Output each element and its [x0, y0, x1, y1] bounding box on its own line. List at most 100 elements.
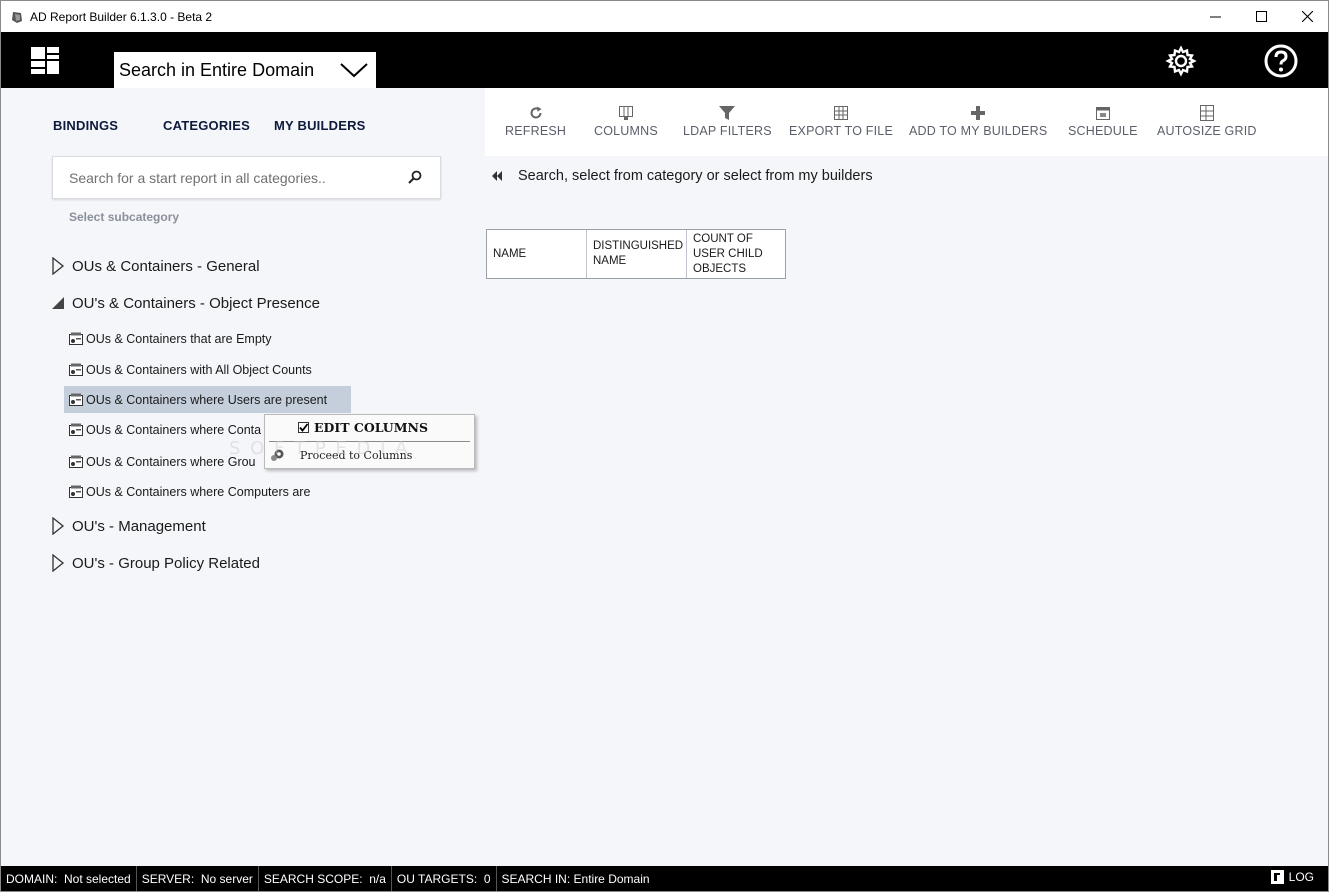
report-icon: [69, 363, 83, 376]
proceed-icon: [271, 449, 284, 461]
help-icon[interactable]: [1264, 44, 1298, 78]
schedule-button[interactable]: SCHEDULE: [1068, 104, 1138, 138]
refresh-label: REFRESH: [505, 124, 567, 138]
plus-icon: [971, 106, 986, 120]
report-item[interactable]: OUs & Containers with All Object Counts: [64, 356, 336, 383]
window-title: AD Report Builder 6.1.3.0 - Beta 2: [30, 9, 213, 24]
edit-columns-menu-item[interactable]: EDIT COLUMNS: [298, 420, 428, 435]
proceed-label: Proceed to Columns: [300, 448, 413, 462]
report-label: OUs & Containers where Grou: [86, 454, 256, 469]
tiles-icon[interactable]: [31, 47, 61, 75]
search-scope-label: Search in Entire Domain: [119, 59, 315, 80]
status-server: SERVER: No server: [137, 866, 259, 891]
autosize-grid-label: AUTOSIZE GRID: [1157, 124, 1257, 138]
edit-columns-label: EDIT COLUMNS: [314, 420, 429, 435]
chevron-down-icon: [340, 63, 368, 78]
category-ous-management[interactable]: OU's - Management: [51, 517, 206, 535]
report-label: OUs & Containers where Conta: [86, 422, 262, 437]
double-chevron-left-icon[interactable]: [492, 171, 504, 181]
expand-arrow-icon: [52, 554, 65, 572]
report-label: OUs & Containers where Users are present: [86, 392, 328, 407]
close-icon: [1301, 11, 1313, 22]
status-bar: DOMAIN: Not selected SERVER: No server S…: [1, 866, 1328, 891]
maximize-icon: [1255, 11, 1267, 22]
column-header-user-child-count[interactable]: COUNT OF USER CHILD OBJECTS: [687, 230, 785, 278]
report-icon: [69, 332, 83, 345]
columns-icon: [618, 106, 633, 120]
columns-label: COLUMNS: [594, 124, 658, 138]
schedule-label: SCHEDULE: [1068, 124, 1138, 138]
minimize-button[interactable]: [1192, 1, 1238, 32]
report-icon: [69, 485, 83, 498]
results-grid-header: NAME DISTINGUISHED NAME COUNT OF USER CH…: [486, 229, 786, 279]
report-item[interactable]: OUs & Containers where Grou: [64, 448, 280, 475]
report-label: OUs & Containers that are Empty: [86, 331, 272, 346]
report-item[interactable]: OUs & Containers where Conta: [64, 416, 285, 443]
columns-button[interactable]: COLUMNS: [594, 104, 658, 138]
report-item-selected[interactable]: OUs & Containers where Users are present: [64, 386, 352, 413]
category-label: OU's - Group Policy Related: [72, 554, 260, 572]
status-domain: DOMAIN: Not selected: [1, 866, 137, 891]
category-group-policy[interactable]: OU's - Group Policy Related: [51, 554, 260, 572]
report-icon: [69, 423, 83, 436]
report-search-box: [52, 156, 441, 199]
filter-icon: [719, 106, 736, 120]
report-icon: [69, 455, 83, 468]
title-bar: AD Report Builder 6.1.3.0 - Beta 2: [1, 1, 1328, 32]
hint-row: Search, select from category or select f…: [492, 168, 873, 184]
autosize-grid-button[interactable]: AUTOSIZE GRID: [1157, 104, 1257, 138]
context-menu: EDIT COLUMNS Proceed to Columns: [264, 414, 475, 469]
export-icon: [834, 106, 848, 120]
status-ou-targets: OU TARGETS: 0: [392, 866, 497, 891]
search-scope-dropdown[interactable]: Search in Entire Domain: [114, 52, 376, 88]
report-label: OUs & Containers where Computers are: [86, 484, 311, 499]
status-search-scope: SEARCH SCOPE: n/a: [259, 866, 392, 891]
checkbox-checked-icon: [298, 422, 309, 433]
add-to-my-builders-button[interactable]: ADD TO MY BUILDERS: [909, 104, 1047, 138]
column-header-name[interactable]: NAME: [487, 230, 587, 278]
category-label: OU's & Containers - Object Presence: [72, 294, 320, 312]
expand-arrow-icon: [52, 257, 65, 275]
tab-categories[interactable]: CATEGORIES: [163, 118, 250, 133]
category-label: OUs & Containers - General: [72, 257, 260, 275]
status-search-in: SEARCH IN: Entire Domain: [501, 871, 650, 886]
minimize-icon: [1209, 16, 1221, 18]
report-label: OUs & Containers with All Object Counts: [86, 362, 312, 377]
ldap-filters-button[interactable]: LDAP FILTERS: [683, 104, 772, 138]
maximize-button[interactable]: [1238, 1, 1284, 32]
category-object-presence[interactable]: OU's & Containers - Object Presence: [51, 294, 320, 312]
refresh-button[interactable]: REFRESH: [505, 104, 566, 138]
app-icon: [12, 11, 22, 23]
subcategory-label: Select subcategory: [69, 210, 180, 224]
app-window: AD Report Builder 6.1.3.0 - Beta 2 Searc…: [0, 0, 1329, 892]
search-icon[interactable]: [408, 170, 422, 184]
report-item[interactable]: OUs & Containers that are Empty: [64, 325, 296, 352]
menu-separator: [269, 441, 470, 442]
column-header-distinguished-name[interactable]: DISTINGUISHED NAME: [587, 230, 687, 278]
tab-my-builders[interactable]: MY BUILDERS: [274, 118, 366, 133]
gear-icon[interactable]: [1165, 45, 1197, 77]
log-label: LOG: [1288, 870, 1314, 884]
report-search-input[interactable]: [53, 157, 393, 198]
toolbar: REFRESH COLUMNS LDAP FILTERS EXPORT TO F…: [485, 88, 1328, 156]
report-icon: [69, 393, 83, 406]
report-item[interactable]: OUs & Containers where Computers are: [64, 478, 334, 505]
calendar-icon: [1095, 107, 1110, 120]
export-to-file-button[interactable]: EXPORT TO FILE: [789, 104, 893, 138]
app-header: Search in Entire Domain: [1, 32, 1328, 88]
refresh-icon: [530, 106, 542, 119]
proceed-to-columns-menu-item[interactable]: Proceed to Columns: [270, 448, 412, 462]
close-button[interactable]: [1284, 1, 1329, 32]
category-label: OU's - Management: [72, 517, 206, 535]
collapse-arrow-icon: [52, 297, 64, 309]
export-to-file-label: EXPORT TO FILE: [789, 124, 893, 138]
add-to-my-builders-label: ADD TO MY BUILDERS: [909, 124, 1048, 138]
tab-bindings[interactable]: BINDINGS: [53, 118, 118, 133]
expand-arrow-icon: [52, 517, 65, 535]
log-icon: [1270, 870, 1284, 884]
autosize-icon: [1199, 105, 1214, 121]
log-button[interactable]: LOG: [1270, 870, 1314, 884]
hint-text: Search, select from category or select f…: [518, 168, 873, 184]
category-ous-general[interactable]: OUs & Containers - General: [51, 257, 260, 275]
ldap-filters-label: LDAP FILTERS: [683, 124, 772, 138]
